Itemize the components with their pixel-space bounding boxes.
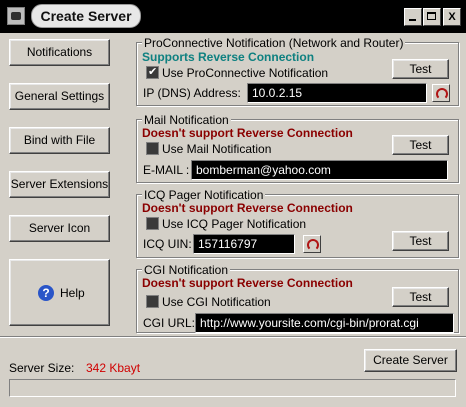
- window-title: Create Server: [40, 8, 132, 24]
- sidebar-item-label: General Settings: [14, 89, 105, 103]
- close-icon: X: [448, 11, 456, 23]
- server-size-label: Server Size:: [9, 361, 75, 375]
- mail-checkbox-label[interactable]: Use Mail Notification: [162, 142, 271, 156]
- minimize-button[interactable]: [404, 8, 422, 26]
- proconnective-legend: ProConnective Notification (Network and …: [142, 36, 406, 50]
- refresh-icon: [307, 239, 319, 251]
- cgi-url-label: CGI URL:: [143, 316, 196, 330]
- footer-divider: [0, 336, 466, 338]
- icq-test-button[interactable]: Test: [392, 231, 449, 251]
- sidebar-item-bind-with-file[interactable]: Bind with File: [9, 127, 110, 154]
- server-size-value: 342 Kbayt: [86, 361, 141, 375]
- cgi-checkbox[interactable]: [146, 295, 159, 308]
- ip-address-label: IP (DNS) Address:: [143, 86, 241, 100]
- cgi-legend: CGI Notification: [142, 263, 231, 277]
- refresh-icon: [436, 88, 448, 100]
- icq-uin-label: ICQ UIN:: [143, 237, 192, 251]
- email-label: E-MAIL :: [143, 163, 190, 177]
- close-button[interactable]: X: [443, 8, 461, 26]
- test-label: Test: [409, 138, 432, 152]
- ip-address-field[interactable]: 10.0.2.15: [247, 83, 427, 103]
- create-server-button[interactable]: Create Server: [364, 349, 457, 372]
- sidebar-item-label: Bind with File: [23, 133, 96, 147]
- icq-checkbox-label[interactable]: Use ICQ Pager Notification: [162, 217, 306, 231]
- cgi-checkbox-label[interactable]: Use CGI Notification: [162, 295, 271, 309]
- help-button[interactable]: ? Help: [9, 259, 110, 326]
- icq-status: Doesn't support Reverse Connection: [142, 201, 353, 215]
- mail-legend: Mail Notification: [142, 113, 231, 127]
- mail-checkbox[interactable]: [146, 142, 159, 155]
- sidebar-item-general-settings[interactable]: General Settings: [9, 83, 110, 110]
- build-progress-bar: [9, 379, 456, 397]
- sidebar-item-notifications[interactable]: Notifications: [9, 39, 110, 66]
- test-label: Test: [409, 62, 432, 76]
- sidebar-item-label: Server Icon: [28, 221, 91, 235]
- proconnective-checkbox-label[interactable]: Use ProConnective Notification: [162, 66, 328, 80]
- app-icon[interactable]: [7, 7, 25, 25]
- mail-status: Doesn't support Reverse Connection: [142, 126, 353, 140]
- cgi-url-field[interactable]: http://www.yoursite.com/cgi-bin/prorat.c…: [195, 313, 454, 333]
- icq-checkbox[interactable]: [146, 217, 159, 230]
- help-label: Help: [60, 286, 85, 300]
- proconnective-test-button[interactable]: Test: [392, 59, 449, 79]
- test-label: Test: [409, 290, 432, 304]
- maximize-icon: [427, 12, 436, 20]
- email-field[interactable]: bomberman@yahoo.com: [191, 160, 448, 180]
- maximize-button[interactable]: [423, 8, 441, 26]
- icq-refresh-button[interactable]: [303, 235, 321, 253]
- ip-refresh-button[interactable]: [432, 84, 450, 102]
- proconnective-status: Supports Reverse Connection: [142, 50, 315, 64]
- icq-legend: ICQ Pager Notification: [142, 188, 266, 202]
- mail-test-button[interactable]: Test: [392, 135, 449, 155]
- sidebar-item-label: Notifications: [26, 45, 93, 59]
- icq-uin-field[interactable]: 157116797: [193, 234, 295, 254]
- sidebar-item-server-icon[interactable]: Server Icon: [9, 215, 110, 242]
- create-server-label: Create Server: [373, 353, 448, 367]
- proconnective-checkbox[interactable]: [146, 65, 159, 79]
- cgi-test-button[interactable]: Test: [392, 287, 449, 307]
- help-icon: ?: [38, 285, 54, 301]
- sidebar-item-server-extensions[interactable]: Server Extensions: [9, 171, 110, 198]
- sidebar-item-label: Server Extensions: [10, 177, 109, 191]
- test-label: Test: [409, 234, 432, 248]
- minimize-icon: [409, 19, 416, 21]
- cgi-status: Doesn't support Reverse Connection: [142, 276, 353, 290]
